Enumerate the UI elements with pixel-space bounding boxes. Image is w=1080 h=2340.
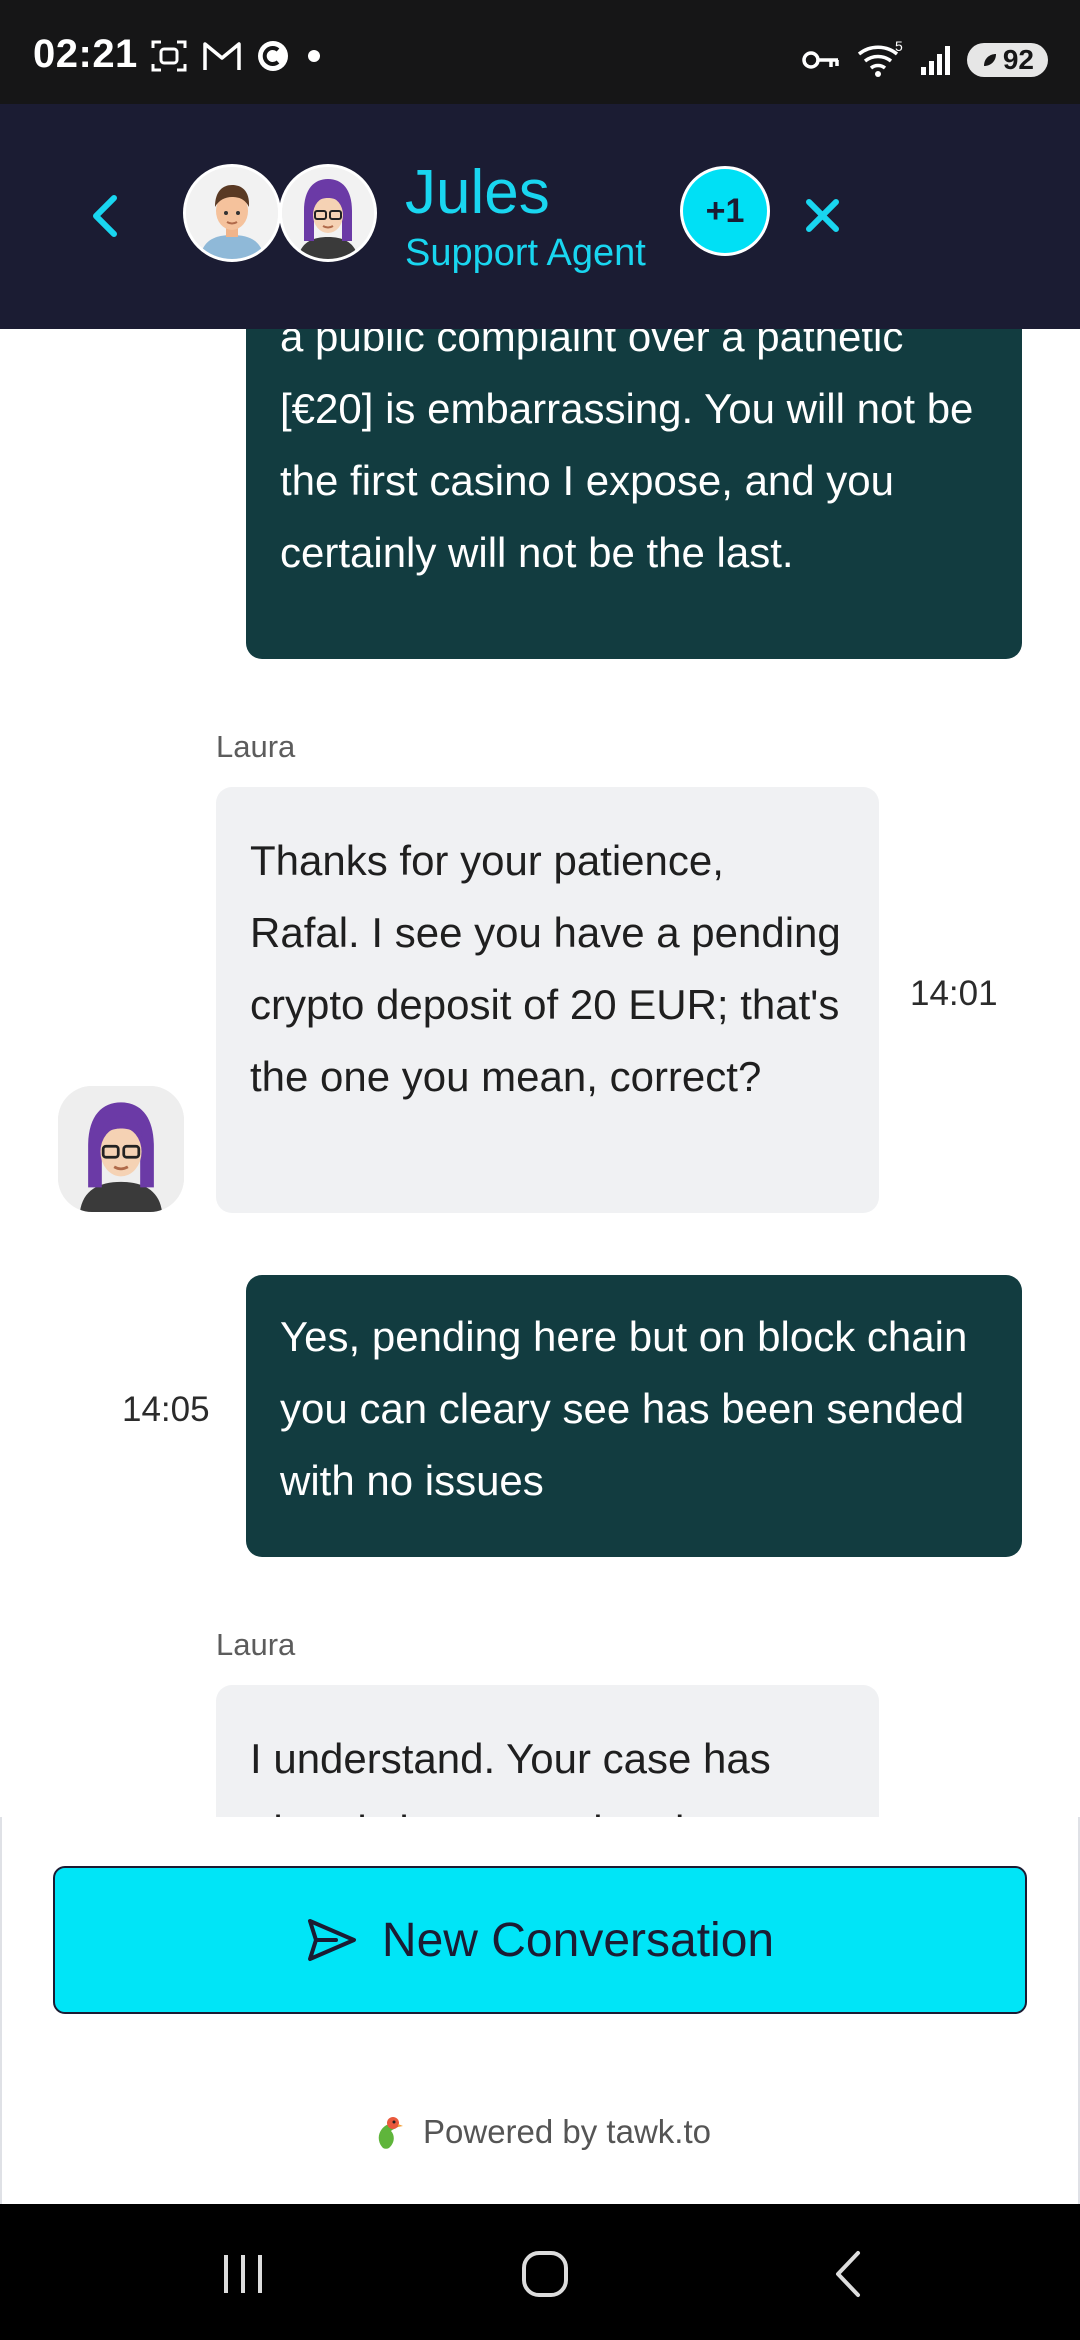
status-bar: 02:21 5 92 — [0, 0, 1080, 104]
system-navigation-bar — [0, 2204, 1080, 2340]
tawk-parrot-icon — [378, 2117, 403, 2149]
agent-name: Jules — [405, 158, 550, 227]
close-button[interactable] — [795, 188, 850, 243]
home-button[interactable] — [505, 2244, 585, 2304]
system-icons: 5 92 — [801, 40, 1048, 80]
signal-icon — [920, 46, 950, 75]
vpn-key-icon — [802, 51, 839, 69]
sender-name: Laura — [216, 1627, 296, 1662]
battery-level: 92 — [1002, 44, 1034, 75]
male-avatar-icon — [186, 167, 278, 259]
close-icon — [806, 199, 839, 232]
chat-header: Jules Support Agent +1 — [0, 104, 1080, 329]
incoming-message: Thanks for your patience, Rafal. I see y… — [216, 787, 879, 1213]
chevron-left-icon — [93, 195, 117, 237]
battery-saver-icon — [983, 54, 996, 66]
message-text: Thanks for your patience, Rafal. I see y… — [250, 837, 841, 1100]
sender-avatar — [58, 1086, 184, 1212]
network-type-label: 5 — [895, 40, 903, 54]
status-time: 02:21 — [33, 32, 138, 76]
sync-app-icon — [258, 41, 288, 71]
wifi-icon: 5 — [857, 40, 903, 77]
message-list[interactable]: a public complaint over a pathetic [€20]… — [0, 329, 1080, 1817]
new-conversation-label: New Conversation — [381, 1913, 775, 1967]
notification-icons — [150, 38, 324, 74]
system-back-button[interactable] — [808, 2244, 888, 2304]
message-text: I understand. Your case has already been… — [250, 1735, 771, 1817]
recent-apps-icon — [224, 2255, 262, 2293]
female-avatar-icon — [282, 167, 374, 259]
female-avatar-icon — [58, 1086, 184, 1212]
send-icon — [307, 1919, 356, 1961]
powered-by-text: Powered by tawk.to — [423, 2113, 711, 2150]
outgoing-message: Yes, pending here but on block chain you… — [246, 1275, 1022, 1557]
powered-by-link[interactable]: Powered by tawk.to — [0, 2112, 1080, 2152]
battery-indicator: 92 — [966, 43, 1048, 77]
message-time: 14:01 — [910, 974, 998, 1013]
agent-avatar-jules — [183, 164, 281, 262]
message-text: Yes, pending here but on block chain you… — [280, 1313, 968, 1504]
more-agents-badge[interactable]: +1 — [680, 166, 770, 256]
back-button[interactable] — [70, 176, 140, 256]
home-icon — [522, 2251, 568, 2297]
incoming-message: I understand. Your case has already been… — [216, 1685, 879, 1817]
screenshot-icon — [151, 40, 187, 72]
recent-apps-button[interactable] — [203, 2244, 283, 2304]
new-conversation-button[interactable]: New Conversation — [53, 1866, 1027, 2014]
gmail-icon — [203, 42, 241, 70]
agent-avatar-laura — [279, 164, 377, 262]
agent-role: Support Agent — [405, 232, 646, 274]
outgoing-message: a public complaint over a pathetic [€20]… — [246, 329, 1022, 659]
dot-icon — [308, 50, 320, 62]
sender-name: Laura — [216, 729, 296, 764]
message-text: a public complaint over a pathetic [€20]… — [280, 329, 974, 576]
message-time: 14:05 — [122, 1390, 210, 1429]
back-icon — [836, 2251, 860, 2297]
